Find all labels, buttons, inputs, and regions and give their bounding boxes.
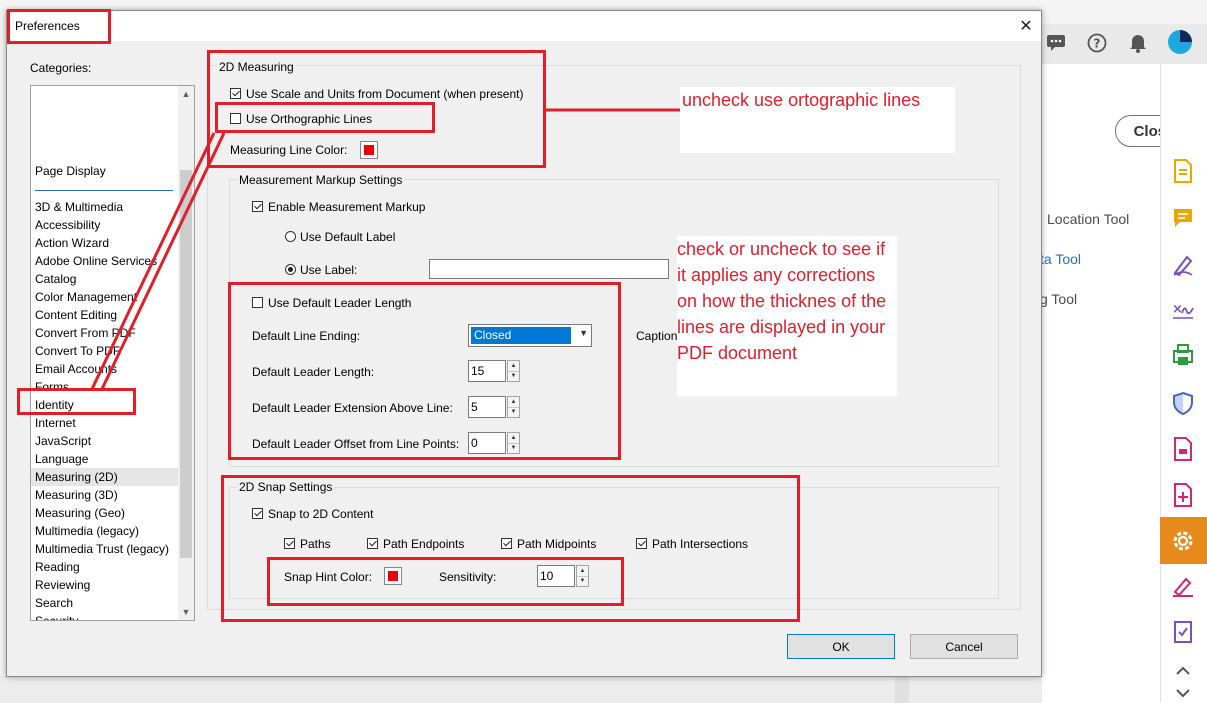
annotation-connector-lines xyxy=(90,108,680,390)
annotation-note-orthographic: uncheck use ortographic lines xyxy=(680,87,955,153)
annotation-note-leader: check or uncheck to see if it applies an… xyxy=(677,236,897,396)
